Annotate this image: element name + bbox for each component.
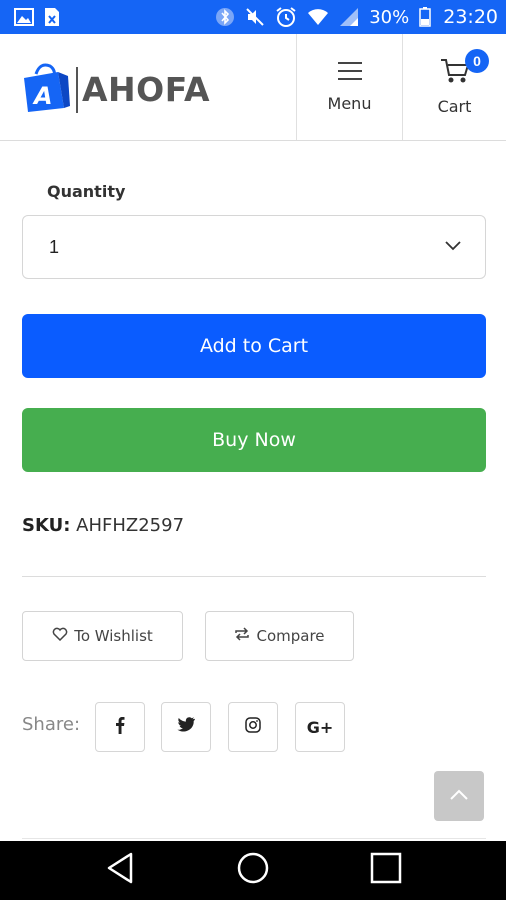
shopping-bag-logo-icon: A: [20, 60, 72, 119]
status-bar: 30% 23:20: [0, 0, 506, 34]
google-plus-icon: G+: [306, 717, 334, 737]
logo-divider: [76, 66, 78, 113]
back-button[interactable]: [80, 841, 160, 900]
twitter-icon: [177, 717, 195, 737]
cart-button[interactable]: 0 Cart: [402, 34, 506, 140]
share-google-plus-button[interactable]: G+: [295, 702, 345, 752]
site-logo[interactable]: A AHOFA: [20, 60, 210, 119]
buy-now-button[interactable]: Buy Now: [22, 408, 486, 472]
menu-label: Menu: [327, 94, 372, 113]
hamburger-icon: [337, 61, 363, 86]
add-to-wishlist-button[interactable]: To Wishlist: [22, 611, 183, 661]
compare-label: Compare: [256, 627, 325, 645]
home-circle-icon: [236, 851, 270, 890]
recent-apps-square-icon: [370, 852, 402, 889]
cart-count-badge: 0: [465, 49, 489, 73]
share-facebook-button[interactable]: [95, 702, 145, 752]
facebook-icon: [115, 716, 125, 739]
logo-text: AHOFA: [82, 70, 211, 109]
divider: [22, 838, 486, 839]
back-triangle-icon: [106, 852, 134, 889]
compare-arrows-icon: [234, 627, 250, 645]
quantity-value: 1: [49, 236, 60, 257]
home-button[interactable]: [213, 841, 293, 900]
heart-icon: [52, 627, 68, 645]
instagram-icon: [245, 716, 261, 738]
add-to-cart-button[interactable]: Add to Cart: [22, 314, 486, 378]
battery-icon: [419, 7, 431, 27]
wifi-icon: [307, 7, 329, 27]
share-instagram-button[interactable]: [228, 702, 278, 752]
chevron-down-icon: [445, 238, 461, 256]
sku-value: AHFHZ2597: [76, 515, 185, 536]
sku-label: SKU:: [22, 515, 71, 536]
sku: SKU: AHFHZ2597: [22, 515, 184, 536]
share-label: Share:: [22, 714, 81, 735]
share-twitter-button[interactable]: [161, 702, 211, 752]
battery-percent: 30%: [369, 6, 410, 28]
quantity-label: Quantity: [47, 182, 126, 201]
mute-icon: [245, 7, 265, 27]
recent-apps-button[interactable]: [346, 841, 426, 900]
wishlist-label: To Wishlist: [74, 627, 153, 645]
alarm-icon: [275, 6, 297, 28]
system-navigation-bar: [0, 841, 506, 900]
chevron-up-icon: [450, 787, 468, 805]
site-header: A AHOFA Menu 0 Cart: [0, 34, 506, 141]
quantity-select[interactable]: 1: [22, 215, 486, 279]
gallery-notification-icon: [14, 8, 34, 26]
clock: 23:20: [443, 6, 498, 28]
divider: [22, 576, 486, 577]
compare-button[interactable]: Compare: [205, 611, 354, 661]
signal-icon: [339, 7, 359, 27]
sheet-notification-icon: [44, 7, 60, 27]
cart-label: Cart: [437, 97, 472, 116]
bluetooth-icon: [215, 7, 235, 27]
menu-button[interactable]: Menu: [296, 34, 402, 140]
back-to-top-button[interactable]: [434, 771, 484, 821]
svg-text:A: A: [32, 82, 53, 110]
